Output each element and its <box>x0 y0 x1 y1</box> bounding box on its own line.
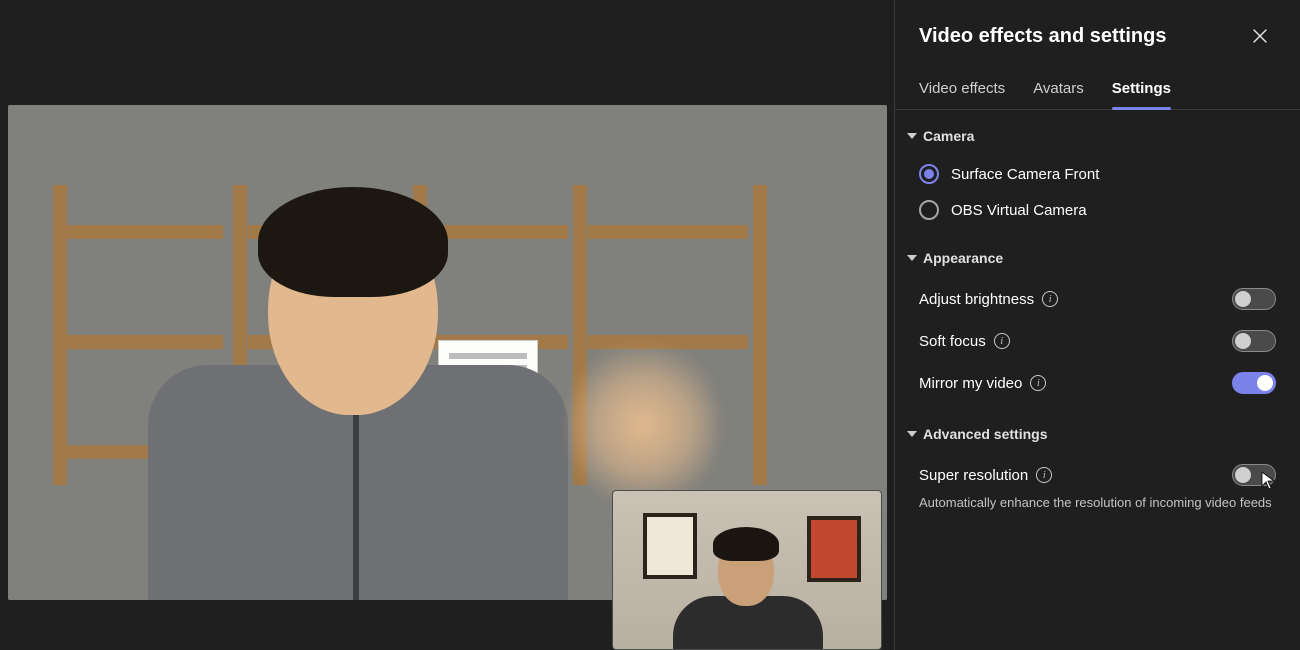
video-stage <box>0 0 894 650</box>
setting-adjust-brightness: Adjust brightness i <box>907 278 1276 320</box>
setting-label: Mirror my video <box>919 375 1022 392</box>
chevron-down-icon <box>907 133 917 139</box>
camera-option-obs-virtual[interactable]: OBS Virtual Camera <box>907 192 1276 228</box>
setting-super-resolution: Super resolution i <box>907 454 1276 496</box>
info-icon[interactable]: i <box>1036 467 1052 483</box>
close-icon <box>1253 29 1267 43</box>
section-camera: Camera Surface Camera Front OBS Virtual … <box>907 128 1276 228</box>
self-preview-video[interactable] <box>612 490 882 650</box>
radio-selected-icon <box>919 164 939 184</box>
toggle-soft-focus[interactable] <box>1232 330 1276 352</box>
section-appearance-header[interactable]: Appearance <box>907 250 1276 266</box>
setting-soft-focus: Soft focus i <box>907 320 1276 362</box>
section-advanced-settings: Advanced settings Super resolution i Aut… <box>907 426 1276 512</box>
section-appearance: Appearance Adjust brightness i Soft focu… <box>907 250 1276 404</box>
chevron-down-icon <box>907 255 917 261</box>
setting-label: Adjust brightness <box>919 291 1034 308</box>
section-advanced-title: Advanced settings <box>923 426 1047 442</box>
chevron-down-icon <box>907 431 917 437</box>
app-root: Video effects and settings Video effects… <box>0 0 1300 650</box>
tab-video-effects[interactable]: Video effects <box>919 74 1005 109</box>
camera-option-surface-front[interactable]: Surface Camera Front <box>907 156 1276 192</box>
setting-mirror-my-video: Mirror my video i <box>907 362 1276 404</box>
toggle-super-resolution[interactable] <box>1232 464 1276 486</box>
camera-option-label: Surface Camera Front <box>951 166 1099 183</box>
setting-label: Super resolution <box>919 467 1028 484</box>
video-settings-panel: Video effects and settings Video effects… <box>894 0 1300 650</box>
toggle-mirror-my-video[interactable] <box>1232 372 1276 394</box>
section-appearance-title: Appearance <box>923 250 1003 266</box>
radio-unselected-icon <box>919 200 939 220</box>
section-camera-title: Camera <box>923 128 974 144</box>
cursor-icon <box>1261 471 1275 491</box>
tab-avatars[interactable]: Avatars <box>1033 74 1084 109</box>
section-camera-header[interactable]: Camera <box>907 128 1276 144</box>
main-participant-person <box>148 205 568 600</box>
panel-title: Video effects and settings <box>919 25 1166 48</box>
tab-settings[interactable]: Settings <box>1112 74 1171 109</box>
info-icon[interactable]: i <box>1042 291 1058 307</box>
panel-tabs: Video effects Avatars Settings <box>895 66 1300 110</box>
section-advanced-header[interactable]: Advanced settings <box>907 426 1276 442</box>
close-panel-button[interactable] <box>1244 20 1276 52</box>
info-icon[interactable]: i <box>1030 375 1046 391</box>
setting-super-resolution-description: Automatically enhance the resolution of … <box>907 494 1276 512</box>
camera-option-label: OBS Virtual Camera <box>951 202 1087 219</box>
panel-body: Camera Surface Camera Front OBS Virtual … <box>895 110 1300 650</box>
setting-label: Soft focus <box>919 333 986 350</box>
info-icon[interactable]: i <box>994 333 1010 349</box>
toggle-adjust-brightness[interactable] <box>1232 288 1276 310</box>
